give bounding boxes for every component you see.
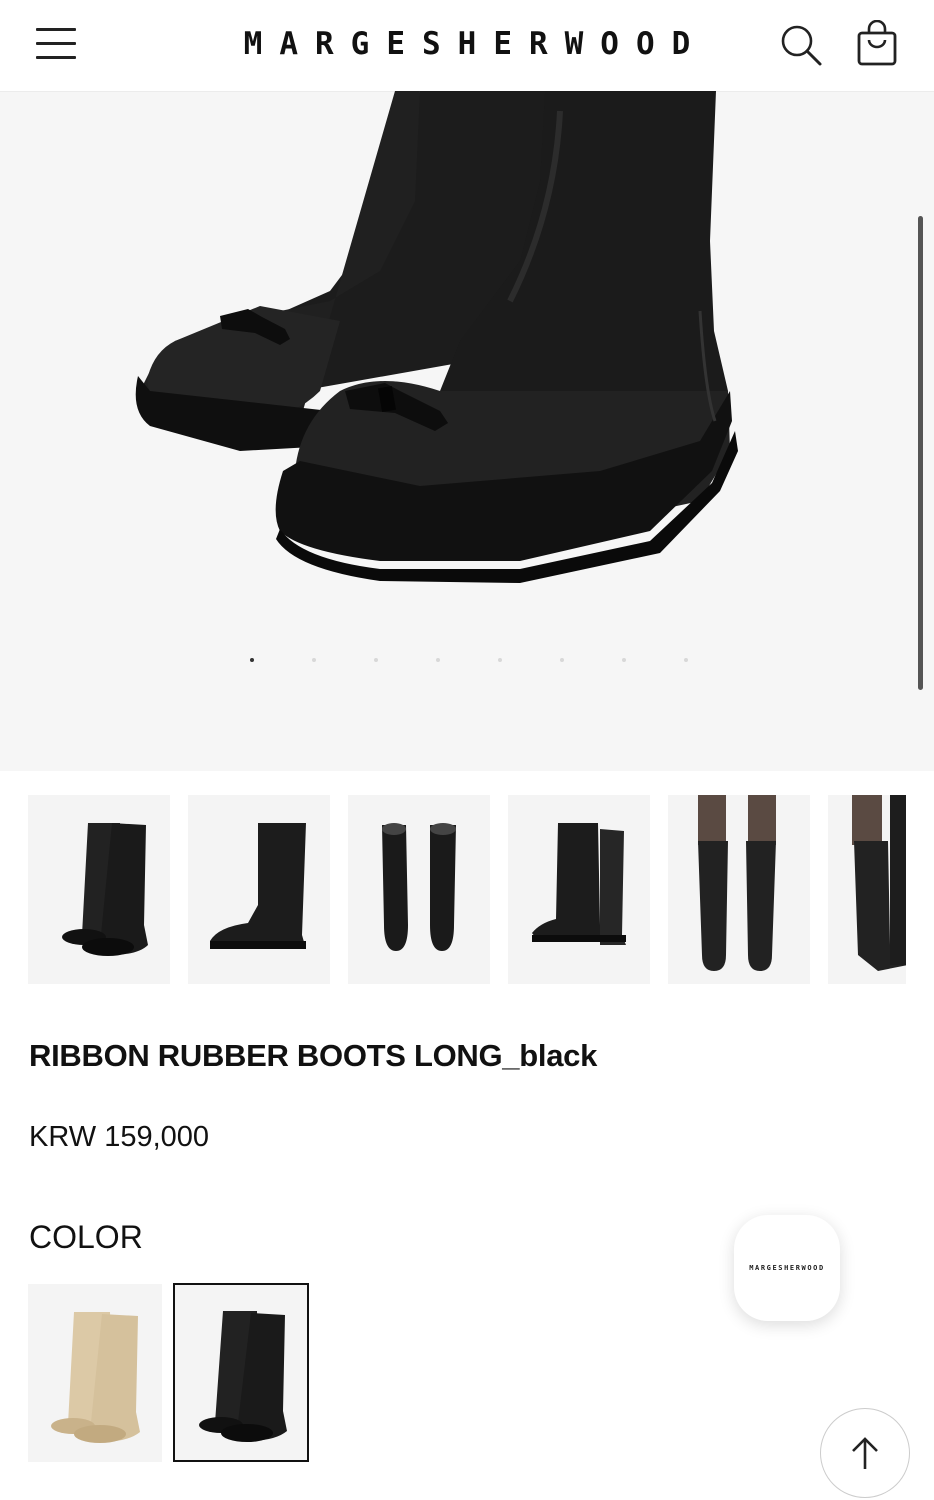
search-icon[interactable]: [778, 22, 824, 68]
product-price: KRW 159,000: [29, 1121, 210, 1153]
chat-button[interactable]: MARGESHERWOOD: [734, 1215, 840, 1321]
carousel-dot-7[interactable]: [622, 658, 626, 662]
thumbnail-model-wearing-front[interactable]: [668, 795, 810, 984]
carousel-dot-8[interactable]: [684, 658, 688, 662]
product-image-carousel[interactable]: [0, 91, 934, 771]
shopping-bag-icon[interactable]: [854, 19, 900, 68]
carousel-dot-2[interactable]: [312, 658, 316, 662]
thumbnail-boots-pair-angled[interactable]: [28, 795, 170, 984]
page-scrollbar[interactable]: [918, 216, 923, 690]
color-swatch-beige[interactable]: [28, 1284, 162, 1462]
scroll-top-button[interactable]: [820, 1408, 910, 1498]
thumbnail-strip[interactable]: [28, 795, 906, 985]
chat-button-label: MARGESHERWOOD: [749, 1264, 825, 1272]
thumbnail-boots-back-angled[interactable]: [508, 795, 650, 984]
carousel-dot-3[interactable]: [374, 658, 378, 662]
product-title: RIBBON RUBBER BOOTS LONG_black: [29, 1038, 598, 1073]
carousel-dots: [250, 658, 690, 664]
thumbnail-model-wearing-side[interactable]: [828, 795, 906, 984]
carousel-dot-5[interactable]: [498, 658, 502, 662]
carousel-dot-6[interactable]: [560, 658, 564, 662]
product-hero-image: [135, 91, 738, 583]
thumbnail-boot-side[interactable]: [188, 795, 330, 984]
site-header: MARGESHERWOOD: [0, 0, 934, 91]
carousel-dot-4[interactable]: [436, 658, 440, 662]
arrow-up-icon: [852, 1437, 878, 1469]
color-swatch-black[interactable]: [173, 1283, 309, 1462]
carousel-dot-1[interactable]: [250, 658, 254, 662]
color-label: COLOR: [29, 1219, 143, 1255]
thumbnail-boots-top-view[interactable]: [348, 795, 490, 984]
